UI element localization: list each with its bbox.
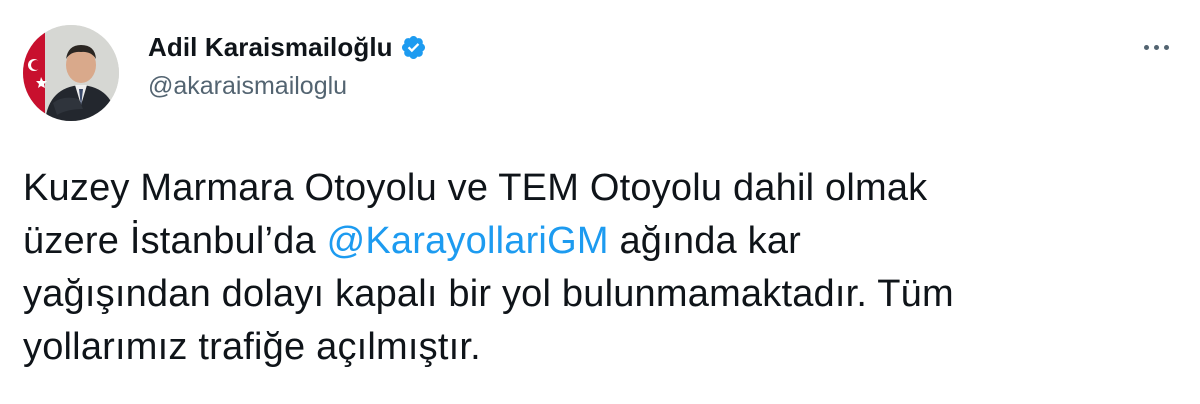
tweet-line-1: Kuzey Marmara Otoyolu ve TEM Otoyolu dah… [23,167,928,209]
more-dot [1163,44,1169,50]
more-horizontal-icon[interactable] [1134,33,1178,61]
avatar-photo [23,25,119,121]
avatar[interactable] [23,25,119,121]
display-name[interactable]: Adil Karaismailoğlu [148,32,393,63]
tweet-line-4: yollarımız trafiğe açılmıştır. [23,326,481,368]
tweet-line-2-after: ağında kar [608,220,802,262]
mention-link[interactable]: @KarayollariGM [327,220,609,262]
verified-badge-icon [400,34,427,61]
tweet-card: Adil Karaismailoğlu @akaraismailoglu Kuz… [0,0,1200,404]
tweet-line-3: yağışından dolayı kapalı bir yol bulunma… [23,273,954,315]
display-name-row: Adil Karaismailoğlu [148,30,427,64]
tweet-text: Kuzey Marmara Otoyolu ve TEM Otoyolu dah… [23,162,1173,374]
more-dot [1143,44,1149,50]
more-dot [1153,44,1159,50]
user-handle[interactable]: @akaraismailoglu [148,72,427,101]
author-block: Adil Karaismailoğlu @akaraismailoglu [148,30,427,101]
tweet-line-2: üzere İstanbul’da @KarayollariGM ağında … [23,215,1173,268]
tweet-line-2-before: üzere İstanbul’da [23,220,327,262]
